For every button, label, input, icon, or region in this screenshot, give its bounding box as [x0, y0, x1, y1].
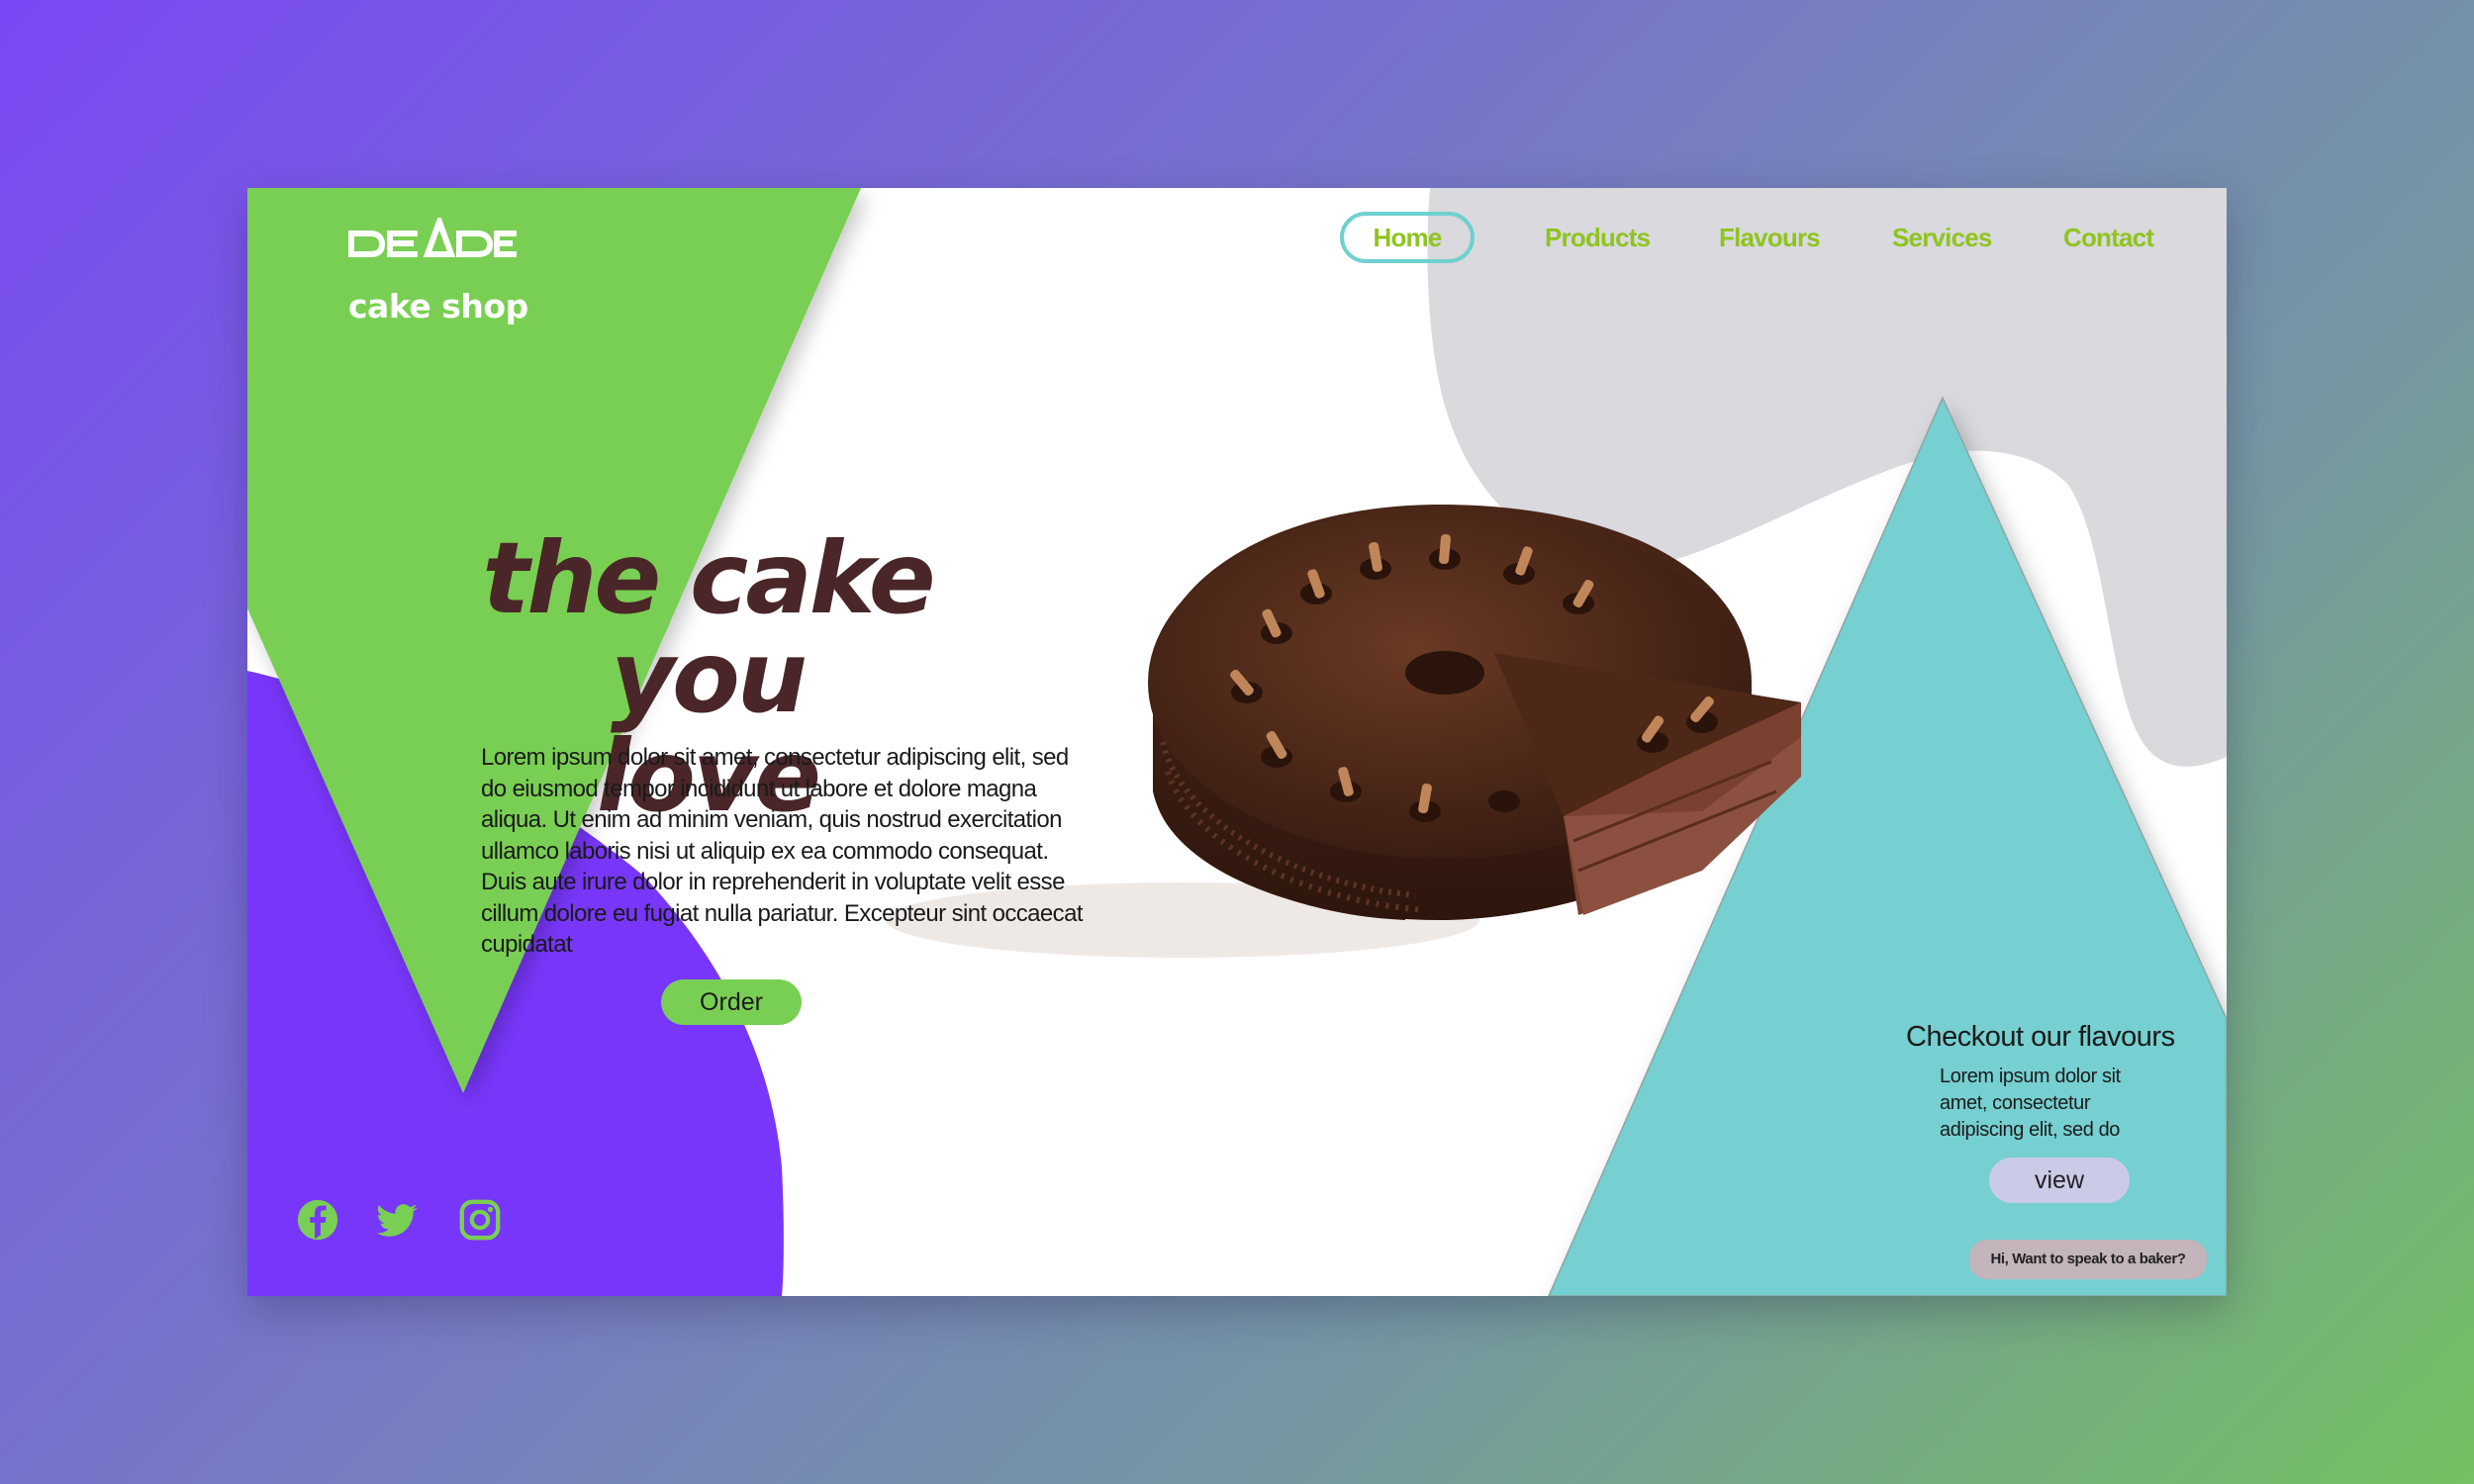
- flavours-description: Lorem ipsum dolor sit amet, consectetur …: [1940, 1066, 2121, 1141]
- facebook-icon[interactable]: [295, 1197, 340, 1243]
- nav-item-contact[interactable]: Contact: [2063, 212, 2154, 263]
- nav-item-services[interactable]: Services: [1892, 212, 1992, 263]
- order-button[interactable]: Order: [661, 979, 802, 1025]
- chat-bubble[interactable]: Hi, Want to speak to a baker?: [1969, 1240, 2207, 1279]
- brand-tagline: cake shop: [348, 287, 528, 325]
- twitter-icon[interactable]: [376, 1197, 422, 1243]
- nav-item-home[interactable]: Home: [1340, 212, 1475, 263]
- view-flavours-button[interactable]: view: [1989, 1158, 2130, 1203]
- nav-item-products[interactable]: Products: [1545, 212, 1651, 263]
- nav-item-flavours[interactable]: Flavours: [1719, 212, 1821, 263]
- instagram-icon[interactable]: [457, 1197, 503, 1243]
- flavours-heading: Checkout our flavours: [1906, 1021, 2175, 1053]
- hero-description: Lorem ipsum dolor sit amet, consectetur …: [481, 744, 1084, 958]
- hero-title-line1: the cake you: [482, 520, 935, 735]
- website-mockup: cake shop Home Products Flavours Service…: [247, 188, 2227, 1296]
- main-nav: Home Products Flavours Services Contact: [247, 212, 2227, 271]
